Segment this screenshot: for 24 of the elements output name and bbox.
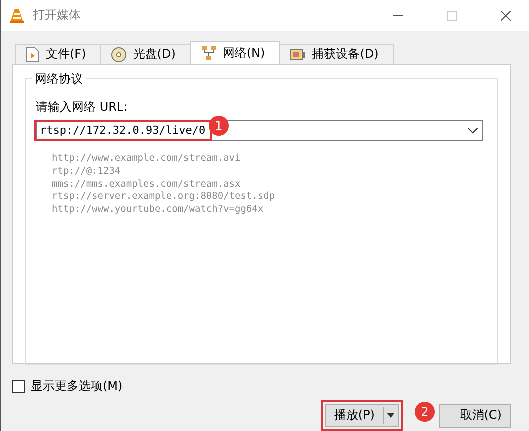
example-url: http://www.example.com/stream.avi (52, 153, 241, 166)
cone-logo-icon (9, 8, 25, 24)
cancel-button[interactable]: 取消(C) (439, 404, 511, 428)
capture-card-icon (290, 48, 306, 62)
dropdown-arrow-icon[interactable] (387, 413, 395, 418)
network-icon (200, 45, 217, 61)
example-url: rtsp://server.example.org:8080/test.sdp (52, 191, 276, 204)
tab[interactable]: 光盘(D) (100, 44, 191, 64)
more-options-checkbox[interactable] (12, 380, 25, 393)
example-url: http://www.yourtube.com/watch?v=gg64x (52, 204, 264, 217)
url-value: rtsp://172.32.0.93/live/0 (34, 120, 212, 141)
group-title: 网络协议 (32, 71, 86, 88)
example-url: rtp://@:1234 (52, 166, 121, 179)
example-url: mms://mms.examples.com/stream.asx (52, 178, 241, 192)
chevron-down-icon (468, 128, 478, 134)
minimize-icon[interactable] (393, 14, 403, 16)
url-label: 请输入网络 URL: (36, 99, 128, 116)
close-icon[interactable] (501, 10, 511, 20)
window-title: 打开媒体 (33, 7, 82, 24)
tab[interactable]: 捕获设备(D) (279, 44, 394, 64)
tab[interactable]: 文件(F) (15, 44, 102, 64)
step-badge: 2 (415, 402, 435, 422)
tab[interactable]: 网络(N) (190, 41, 280, 64)
more-options-label: 显示更多选项(M) (31, 378, 123, 395)
